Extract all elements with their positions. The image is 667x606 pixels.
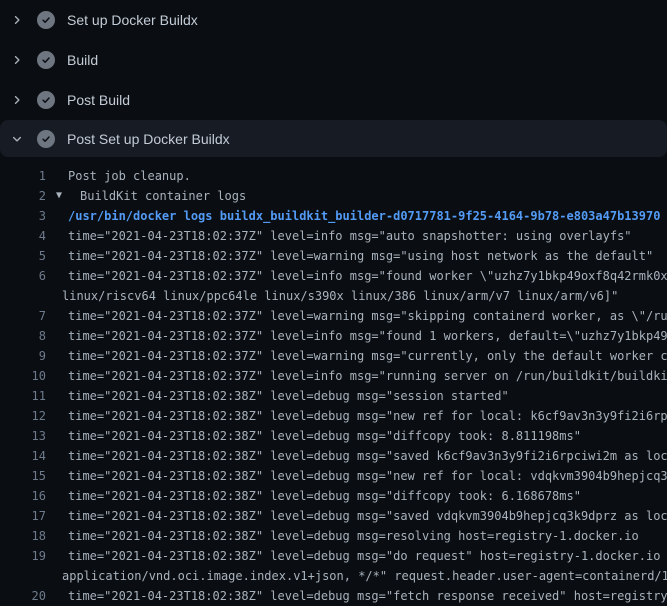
log-line: 20time="2021-04-23T18:02:38Z" level=debu… xyxy=(0,586,667,606)
log-line-number[interactable]: 18 xyxy=(0,526,46,546)
log-line-text: time="2021-04-23T18:02:37Z" level=info m… xyxy=(46,226,632,246)
log-line-number[interactable]: 4 xyxy=(0,226,46,246)
log-line: 13time="2021-04-23T18:02:38Z" level=debu… xyxy=(0,426,667,446)
log-line-text: time="2021-04-23T18:02:38Z" level=debug … xyxy=(46,426,581,446)
triangle-down-icon[interactable]: ▼ xyxy=(56,186,70,206)
log-line: 9time="2021-04-23T18:02:37Z" level=warni… xyxy=(0,346,667,366)
log-line-number[interactable]: 15 xyxy=(0,466,46,486)
log-line-number[interactable]: 11 xyxy=(0,386,46,406)
step-row[interactable]: Set up Docker Buildx xyxy=(0,0,667,40)
log-line: 6time="2021-04-23T18:02:37Z" level=info … xyxy=(0,266,667,286)
log-line-number[interactable]: 17 xyxy=(0,506,46,526)
check-circle-icon xyxy=(37,91,55,109)
log-line-number[interactable]: 14 xyxy=(0,446,46,466)
log-line-text: application/vnd.oci.image.index.v1+json,… xyxy=(46,566,667,586)
log-line-text: time="2021-04-23T18:02:38Z" level=debug … xyxy=(46,526,639,546)
log-line-number[interactable]: 16 xyxy=(0,486,46,506)
log-line-text: time="2021-04-23T18:02:37Z" level=warnin… xyxy=(46,306,667,326)
log-line-text: time="2021-04-23T18:02:38Z" level=debug … xyxy=(46,486,581,506)
check-circle-icon xyxy=(37,130,55,148)
log-line-text: time="2021-04-23T18:02:37Z" level=warnin… xyxy=(46,346,667,366)
log-line: 2 ▼BuildKit container logs xyxy=(0,186,667,206)
step-row[interactable]: Post Build xyxy=(0,80,667,120)
check-circle-icon xyxy=(37,11,55,29)
log-line-text: time="2021-04-23T18:02:37Z" level=info m… xyxy=(46,266,667,286)
log-line-text: time="2021-04-23T18:02:37Z" level=info m… xyxy=(46,366,667,386)
step-title: Post Set up Docker Buildx xyxy=(67,131,230,147)
log-line: 17time="2021-04-23T18:02:38Z" level=debu… xyxy=(0,506,667,526)
log-line-number[interactable]: 9 xyxy=(0,346,46,366)
log-line: 4time="2021-04-23T18:02:37Z" level=info … xyxy=(0,226,667,246)
log-line-text: time="2021-04-23T18:02:37Z" level=info m… xyxy=(46,326,667,346)
log-line-text: Post job cleanup. xyxy=(46,166,191,186)
log-line-text: time="2021-04-23T18:02:38Z" level=debug … xyxy=(46,466,667,486)
log-line-continuation: linux/riscv64 linux/ppc64le linux/s390x … xyxy=(0,286,667,306)
log-line: 15time="2021-04-23T18:02:38Z" level=debu… xyxy=(0,466,667,486)
log-line-number xyxy=(0,566,46,586)
log-line-continuation: application/vnd.oci.image.index.v1+json,… xyxy=(0,566,667,586)
log-line-number[interactable]: 12 xyxy=(0,406,46,426)
log-viewer: Set up Docker Buildx Build Post Build Post … xyxy=(0,0,667,606)
chevron-right-icon xyxy=(9,94,25,106)
log-line-number[interactable]: 10 xyxy=(0,366,46,386)
log-line: 12time="2021-04-23T18:02:38Z" level=debu… xyxy=(0,406,667,426)
log-line-text: linux/riscv64 linux/ppc64le linux/s390x … xyxy=(46,286,618,306)
step-title: Build xyxy=(67,52,98,68)
log-line-text: time="2021-04-23T18:02:38Z" level=debug … xyxy=(46,406,667,426)
log-line-text: time="2021-04-23T18:02:38Z" level=debug … xyxy=(46,546,667,566)
chevron-right-icon xyxy=(9,54,25,66)
log-line-number[interactable]: 13 xyxy=(0,426,46,446)
log-line-text: time="2021-04-23T18:02:38Z" level=debug … xyxy=(46,386,509,406)
log-line: 16time="2021-04-23T18:02:38Z" level=debu… xyxy=(0,486,667,506)
chevron-right-icon xyxy=(9,14,25,26)
log-line-number[interactable]: 3 xyxy=(0,206,46,226)
log-line-number[interactable]: 5 xyxy=(0,246,46,266)
log-line-text: time="2021-04-23T18:02:37Z" level=warnin… xyxy=(46,246,653,266)
log-line: 19time="2021-04-23T18:02:38Z" level=debu… xyxy=(0,546,667,566)
log-line: 3/usr/bin/docker logs buildx_buildkit_bu… xyxy=(0,206,667,226)
log-line: 18time="2021-04-23T18:02:38Z" level=debu… xyxy=(0,526,667,546)
log-line-text: time="2021-04-23T18:02:38Z" level=debug … xyxy=(46,586,667,606)
log-line-number[interactable]: 6 xyxy=(0,266,46,286)
log-line: 8time="2021-04-23T18:02:37Z" level=info … xyxy=(0,326,667,346)
log-line-text: time="2021-04-23T18:02:38Z" level=debug … xyxy=(46,446,667,466)
log-line: 5time="2021-04-23T18:02:37Z" level=warni… xyxy=(0,246,667,266)
log-line-number[interactable]: 2 xyxy=(0,186,46,206)
log-line-text: time="2021-04-23T18:02:38Z" level=debug … xyxy=(46,506,667,526)
log-line-number[interactable]: 19 xyxy=(0,546,46,566)
log-line-number[interactable]: 8 xyxy=(0,326,46,346)
log-line-number[interactable]: 1 xyxy=(0,166,46,186)
step-title: Post Build xyxy=(67,92,130,108)
log-line: 10time="2021-04-23T18:02:37Z" level=info… xyxy=(0,366,667,386)
log-line-number[interactable]: 7 xyxy=(0,306,46,326)
log-line-number xyxy=(0,286,46,306)
step-row[interactable]: Post Set up Docker Buildx xyxy=(0,120,667,157)
log-line: 1Post job cleanup. xyxy=(0,166,667,186)
log-line: 11time="2021-04-23T18:02:38Z" level=debu… xyxy=(0,386,667,406)
step-title: Set up Docker Buildx xyxy=(67,12,198,28)
steps-list: Set up Docker Buildx Build Post Build Post … xyxy=(0,0,667,157)
log-line: 14time="2021-04-23T18:02:38Z" level=debu… xyxy=(0,446,667,466)
chevron-down-icon xyxy=(9,133,25,145)
check-circle-icon xyxy=(37,51,55,69)
log-command-text: /usr/bin/docker logs buildx_buildkit_bui… xyxy=(46,206,660,226)
log-container: 1Post job cleanup.2 ▼BuildKit container l… xyxy=(0,157,667,606)
log-line-text: BuildKit container logs xyxy=(70,186,246,206)
log-line-number[interactable]: 20 xyxy=(0,586,46,606)
log-line: 7time="2021-04-23T18:02:37Z" level=warni… xyxy=(0,306,667,326)
step-row[interactable]: Build xyxy=(0,40,667,80)
